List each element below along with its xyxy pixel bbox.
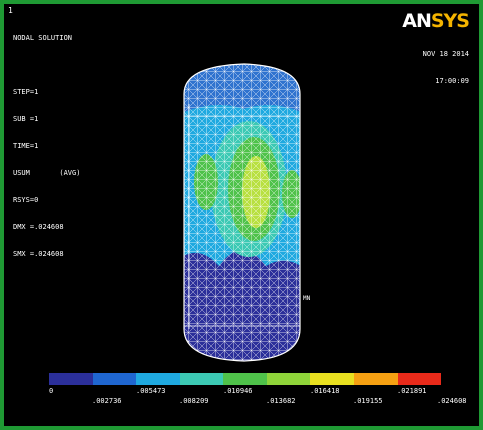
graphics-window[interactable]: 1 NODAL SOLUTION STEP=1 SUB =1 TIME=1 US… [0,0,483,430]
legend-color-bar [49,373,442,385]
legend-label: .016418 [310,387,340,395]
legend-label: .010946 [223,387,253,395]
vessel-model[interactable]: MN [4,4,479,426]
legend-label: .008209 [179,397,209,405]
legend-swatch [310,373,354,385]
contour-field [184,64,300,361]
legend-label: .019155 [353,397,383,405]
legend-label: .021891 [397,387,427,395]
legend-swatch [49,373,93,385]
legend-swatch [266,373,311,385]
legend-swatch [353,373,398,385]
legend-swatch [179,373,224,385]
legend-label: 0 [49,387,54,395]
legend-swatch [136,373,180,385]
legend-swatch [92,373,137,385]
legend-swatch [223,373,267,385]
mesh-overlay [184,64,300,361]
legend-label: .013682 [266,397,296,405]
legend-label: .005473 [136,387,166,395]
node-marker: MN [303,295,311,302]
legend-label: .024608 [437,397,467,405]
legend-label: .002736 [92,397,122,405]
legend-swatch [397,373,442,385]
